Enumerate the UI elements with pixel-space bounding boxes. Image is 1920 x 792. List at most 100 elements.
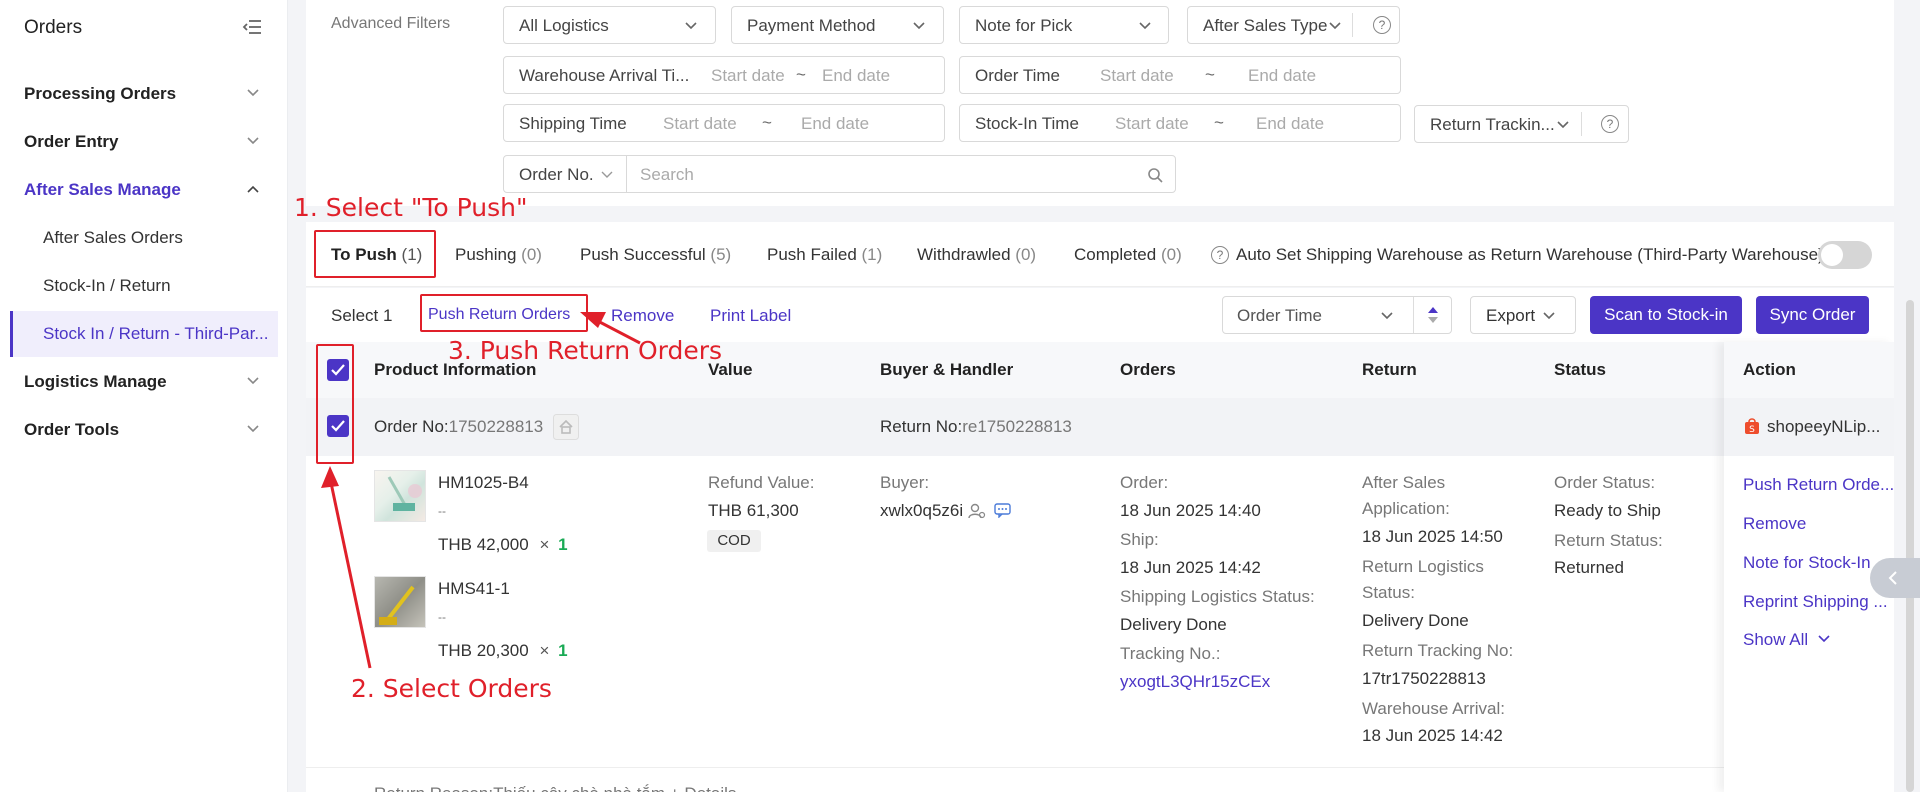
buyer-name: xwlx0q5z6i — [880, 501, 964, 520]
product-image — [374, 470, 426, 522]
th-action: Action — [1743, 360, 1796, 379]
product-image — [374, 576, 426, 628]
order-no-select[interactable]: Order No. — [503, 155, 627, 193]
tab-push-failed[interactable]: Push Failed (1) — [767, 245, 882, 265]
svg-text:S: S — [1749, 425, 1755, 435]
after-sales-type-select[interactable]: After Sales Type ? — [1187, 6, 1400, 44]
order-no: Order No:1750228813 — [374, 417, 544, 436]
broom-illustration — [379, 585, 415, 625]
chevron-down-icon — [1543, 312, 1555, 320]
advanced-filters-label: Advanced Filters — [331, 15, 451, 32]
order-time: 18 Jun 2025 14:40 — [1120, 501, 1261, 520]
annotation-box-checkboxes — [316, 344, 354, 464]
payment-badge: COD — [707, 530, 761, 552]
tracking-label: Tracking No.: — [1120, 644, 1221, 663]
refund-value: THB 61,300 — [708, 501, 799, 520]
shipping-time-range[interactable]: Shipping Time Start date ~ End date — [503, 104, 945, 142]
sort-order-icon[interactable] — [1426, 305, 1440, 325]
home-icon[interactable] — [553, 414, 579, 440]
mop-illustration — [387, 476, 422, 511]
return-no: Return No:re1750228813 — [880, 417, 1072, 436]
product-sku: HM1025-B4 — [438, 473, 529, 492]
search-icon[interactable] — [1147, 167, 1163, 183]
chevron-down-icon — [1818, 635, 1830, 643]
toggle-knob — [1821, 244, 1843, 266]
chevron-down-icon — [1139, 22, 1151, 30]
return-reason: Return Reason:Thiếu cây chà nhà tắm + De… — [374, 784, 736, 792]
shipping-status: Delivery Done — [1120, 615, 1227, 634]
chevron-down-icon — [601, 171, 613, 178]
scan-to-stock-in-button[interactable]: Scan to Stock-in — [1590, 296, 1742, 334]
annotation-box-push-return — [420, 294, 588, 332]
auto-set-warehouse-label: Auto Set Shipping Warehouse as Return Wa… — [1236, 245, 1824, 264]
after-sales-label-2: Application: — [1362, 499, 1450, 518]
reprint-shipping-action[interactable]: Reprint Shipping ... — [1743, 592, 1888, 612]
search-input[interactable]: Search — [626, 155, 1176, 193]
order-time-range[interactable]: Order Time Start date ~ End date — [959, 56, 1401, 94]
chat-icon[interactable] — [994, 503, 1011, 518]
warehouse-arrival-time-range[interactable]: Warehouse Arrival Ti... Start date ~ End… — [503, 56, 945, 94]
product-variant: -- — [438, 504, 446, 518]
remove-action[interactable]: Remove — [1743, 514, 1806, 534]
shop-name: shopeeyNLip... — [1767, 417, 1881, 436]
tab-push-successful[interactable]: Push Successful (5) — [580, 245, 731, 265]
print-label-button[interactable]: Print Label — [710, 306, 791, 326]
sidebar-item-after-sales-manage[interactable]: After Sales Manage — [0, 168, 278, 212]
show-all-action[interactable]: Show All — [1743, 630, 1831, 650]
annotation-box-to-push — [314, 230, 436, 278]
product-price: THB 20,300 × 1 — [438, 641, 568, 660]
sidebar-subitem-stock-in-return[interactable]: Stock-In / Return — [10, 263, 278, 309]
ship-time: 18 Jun 2025 14:42 — [1120, 558, 1261, 577]
sync-order-button[interactable]: Sync Order — [1756, 296, 1869, 334]
warehouse-arrival-time: 18 Jun 2025 14:42 — [1362, 726, 1503, 745]
th-status: Status — [1554, 360, 1606, 379]
sidebar-subitem-after-sales-orders[interactable]: After Sales Orders — [10, 215, 278, 261]
chevron-down-icon — [1381, 312, 1393, 320]
tab-pushing[interactable]: Pushing (0) — [455, 245, 542, 265]
return-logistics-status: Delivery Done — [1362, 611, 1469, 630]
sidebar-item-order-tools[interactable]: Order Tools — [0, 408, 278, 452]
th-orders: Orders — [1120, 360, 1176, 379]
annotation-step1: 1. Select "To Push" — [294, 193, 528, 222]
order-time-label: Order: — [1120, 473, 1169, 492]
user-icon[interactable] — [968, 503, 986, 520]
refund-value-label: Refund Value: — [708, 473, 815, 492]
auto-set-warehouse-toggle[interactable] — [1818, 241, 1872, 269]
note-for-stock-in-action[interactable]: Note for Stock-In — [1743, 553, 1871, 573]
product-variant: -- — [438, 610, 446, 624]
sidebar-item-processing-orders[interactable]: Processing Orders — [0, 72, 278, 116]
payment-method-select[interactable]: Payment Method — [731, 6, 944, 44]
buyer-label: Buyer: — [880, 473, 930, 492]
tab-completed[interactable]: Completed (0) — [1074, 245, 1182, 265]
scrollbar-thumb[interactable] — [1906, 300, 1914, 792]
th-return: Return — [1362, 360, 1417, 379]
product-price: THB 42,000 × 1 — [438, 535, 568, 554]
return-status-label: Return Status: — [1554, 531, 1663, 550]
sidebar-item-order-entry[interactable]: Order Entry — [0, 120, 278, 164]
return-tracking-select[interactable]: Return Trackin... ? — [1414, 105, 1629, 143]
chevron-down-icon — [247, 425, 259, 433]
sidebar: Orders Processing Orders Order Entry Aft… — [0, 0, 288, 792]
note-for-pick-select[interactable]: Note for Pick — [959, 6, 1169, 44]
push-return-order-action[interactable]: Push Return Orde... — [1743, 475, 1894, 495]
remove-button[interactable]: Remove — [611, 306, 674, 326]
tracking-no-link[interactable]: yxogtL3QHr15zCEx — [1120, 672, 1270, 692]
return-tracking-no: 17tr1750228813 — [1362, 669, 1486, 688]
order-group-header — [306, 398, 1894, 456]
th-buyer: Buyer & Handler — [880, 360, 1014, 379]
all-logistics-select[interactable]: All Logistics — [503, 6, 716, 44]
help-icon[interactable]: ? — [1211, 246, 1229, 264]
shipping-status-label: Shipping Logistics Status: — [1120, 587, 1315, 606]
export-button[interactable]: Export — [1470, 296, 1576, 334]
help-icon[interactable]: ? — [1373, 16, 1391, 34]
return-status: Returned — [1554, 558, 1624, 577]
tab-withdrawled[interactable]: Withdrawled (0) — [917, 245, 1036, 265]
sidebar-item-logistics-manage[interactable]: Logistics Manage — [0, 360, 278, 404]
sort-field-select[interactable]: Order Time — [1222, 296, 1452, 334]
side-panel-toggle[interactable] — [1870, 558, 1920, 598]
collapse-menu-icon[interactable] — [242, 18, 262, 36]
return-logistics-label-2: Status: — [1362, 583, 1415, 602]
help-icon[interactable]: ? — [1601, 115, 1619, 133]
stock-in-time-range[interactable]: Stock-In Time Start date ~ End date — [959, 104, 1401, 142]
sidebar-subitem-third-party[interactable]: Stock In / Return - Third-Par... — [10, 311, 278, 357]
